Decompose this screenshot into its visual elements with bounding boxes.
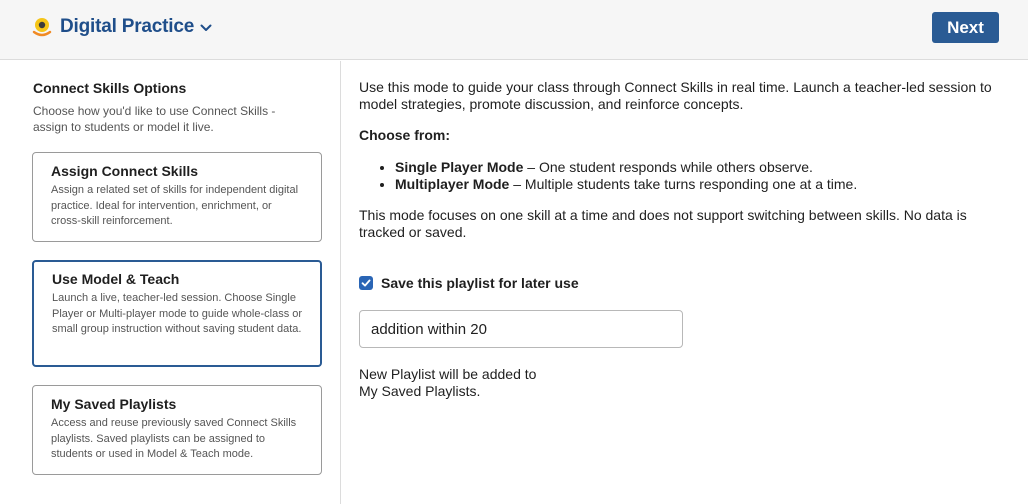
option-card-use-model-and-teach[interactable]: Use Model & Teach Launch a live, teacher… [32, 260, 322, 367]
app-title: Digital Practice [60, 16, 195, 37]
playlist-added-note-line: New Playlist will be added to [359, 366, 537, 382]
choose-from-label: Choose from: [359, 127, 450, 143]
digital-practice-logo-icon [32, 17, 52, 39]
playlist-added-note-line: My Saved Playlists. [359, 383, 481, 399]
mode-limitations-note: This mode focuses on one skill at a time… [359, 207, 967, 240]
chevron-down-icon [200, 24, 212, 31]
option-card-description: Assign a related set of skills for indep… [51, 184, 299, 227]
mode-intro-text: Use this mode to guide your class throug… [359, 79, 992, 112]
option-card-assign-connect-skills[interactable]: Assign Connect Skills Assign a related s… [32, 152, 322, 242]
option-card-title: My Saved Playlists [51, 396, 177, 412]
playlist-name-input[interactable] [359, 310, 683, 348]
save-playlist-checkbox[interactable] [359, 276, 373, 290]
options-sidebar: Connect Skills Options Choose how you'd … [0, 61, 341, 504]
option-card-title: Use Model & Teach [52, 271, 180, 287]
mode-name: Single Player Mode [395, 159, 524, 175]
save-playlist-label[interactable]: Save this playlist for later use [381, 275, 579, 291]
sidebar-description: Choose how you'd like to use Connect Ski… [33, 104, 276, 134]
save-playlist-row: Save this playlist for later use [359, 275, 579, 291]
mode-description: – One student responds while others obse… [523, 159, 813, 175]
option-card-description: Launch a live, teacher-led session. Choo… [52, 292, 303, 335]
option-card-my-saved-playlists[interactable]: My Saved Playlists Access and reuse prev… [32, 385, 322, 475]
app-title-dropdown[interactable]: Digital Practice [60, 16, 212, 38]
mode-details-panel: Use this mode to guide your class throug… [359, 79, 1009, 399]
mode-name: Multiplayer Mode [395, 176, 510, 192]
list-item-single-player-mode: Single Player Mode – One student respond… [395, 159, 857, 176]
next-button[interactable]: Next [932, 12, 999, 43]
playlist-added-note: New Playlist will be added to My Saved P… [359, 366, 579, 400]
sidebar-title: Connect Skills Options [33, 80, 187, 96]
mode-description: – Multiple students take turns respondin… [509, 176, 858, 192]
top-header: Digital Practice Next [0, 0, 1028, 60]
list-item-multiplayer-mode: Multiplayer Mode – Multiple students tak… [395, 176, 857, 193]
option-card-title: Assign Connect Skills [51, 163, 199, 179]
mode-list: Single Player Mode – One student respond… [377, 159, 857, 193]
option-card-description: Access and reuse previously saved Connec… [51, 417, 297, 460]
checkmark-icon [361, 279, 371, 287]
